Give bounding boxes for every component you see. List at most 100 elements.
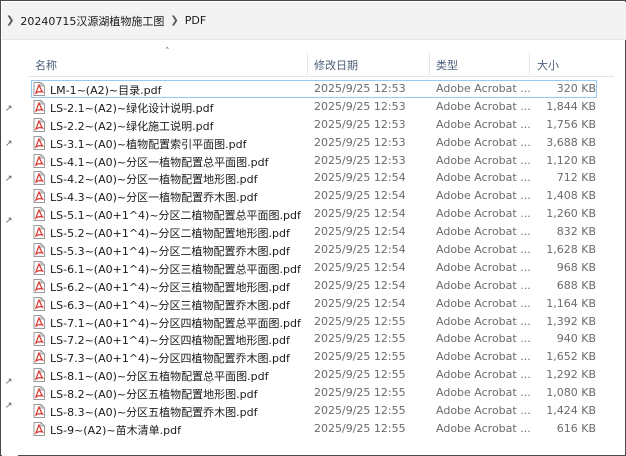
file-type: Adobe Acrobat ... [436,243,531,257]
file-row[interactable]: LS-7.1~(A0+1^4)~分区四植物配置总平面图.pdf 2025/9/25… [29,313,614,331]
pdf-file-icon [33,207,45,222]
file-row[interactable]: LS-8.1~(A0)~分区五植物配置总平面图.pdf 2025/9/25 12:… [29,366,614,384]
file-name: LS-6.2~(A0+1^4)~分区三植物配置地形图.pdf [50,280,290,294]
file-row[interactable]: LS-7.2~(A0+1^4)~分区四植物配置地形图.pdf 2025/9/25 … [29,330,614,348]
file-row[interactable]: LS-3.1~(A0)~植物配置索引平面图.pdf 2025/9/25 12:53… [29,134,614,152]
file-date: 2025/9/25 12:54 [314,260,406,274]
navigation-pane-edge: ↗ ↗ ↗ ↗ ↗ ↗ [2,40,18,456]
pin-icon[interactable]: ↗ [5,216,15,226]
file-row[interactable]: LM-1~(A2)~目录.pdf 2025/9/25 12:53 Adobe Acr… [29,80,614,98]
file-type: Adobe Acrobat ... [436,350,531,364]
breadcrumb-folder[interactable]: 20240715汉源湖植物施工图 [20,13,164,29]
file-date: 2025/9/25 12:54 [314,189,406,203]
file-row[interactable]: LS-9~(A2)~苗木清单.pdf 2025/9/25 12:55 Adobe A… [29,420,614,438]
file-date: 2025/9/25 12:54 [314,278,406,292]
file-name: LM-1~(A2)~目录.pdf [50,84,162,97]
pdf-file-icon [33,225,45,240]
file-row[interactable]: LS-6.1~(A0+1^4)~分区三植物配置总平面图.pdf 2025/9/25… [29,259,614,277]
chevron-right-icon[interactable]: ❯ [6,15,14,26]
file-size: 712 KB [556,171,596,185]
column-divider[interactable] [307,53,308,75]
file-row[interactable]: LS-8.3~(A0)~分区五植物配置乔木图.pdf 2025/9/25 12:5… [29,402,614,420]
file-date: 2025/9/25 12:54 [314,243,406,257]
pin-icon[interactable]: ↗ [5,377,15,387]
pdf-file-icon [33,386,45,401]
column-header-name[interactable]: 名称 [35,57,57,73]
pdf-file-icon [33,171,45,186]
file-size: 1,756 KB [546,117,596,131]
file-type: Adobe Acrobat ... [436,207,531,221]
file-size: 1,628 KB [546,243,596,257]
file-date: 2025/9/25 12:55 [314,332,406,346]
file-type: Adobe Acrobat ... [436,260,531,274]
file-date: 2025/9/25 12:55 [314,404,406,418]
column-header-size[interactable]: 大小 [537,57,559,73]
file-row[interactable]: LS-8.2~(A0)~分区五植物配置地形图.pdf 2025/9/25 12:5… [29,384,614,402]
pdf-file-icon [33,189,45,204]
file-type: Adobe Acrobat ... [436,135,531,149]
file-row[interactable]: LS-2.1~(A2)~绿化设计说明.pdf 2025/9/25 12:53 Ado… [29,98,614,116]
file-type: Adobe Acrobat ... [436,314,531,328]
pdf-file-icon [33,404,45,419]
column-header-type[interactable]: 类型 [436,57,458,73]
file-rows: LM-1~(A2)~目录.pdf 2025/9/25 12:53 Adobe Acr… [29,80,614,438]
file-type: Adobe Acrobat ... [436,189,531,203]
file-name: LS-4.1~(A0)~分区一植物配置总平面图.pdf [50,155,269,169]
pdf-file-icon [33,260,45,275]
chevron-right-icon[interactable]: ❯ [170,15,178,26]
pdf-file-icon [33,243,45,258]
file-date: 2025/9/25 12:53 [314,117,406,131]
pdf-file-icon [33,82,45,96]
column-divider[interactable] [529,53,530,75]
file-name: LS-5.3~(A0+1^4)~分区二植物配置乔木图.pdf [50,245,290,259]
file-type: Adobe Acrobat ... [436,117,531,131]
file-size: 1,844 KB [546,99,596,113]
file-date: 2025/9/25 12:53 [314,153,406,167]
explorer-window: ❯ 20240715汉源湖植物施工图 ❯ PDF ↗ ↗ ↗ ↗ ↗ ↗ ˄ 名… [0,0,626,456]
file-row[interactable]: LS-4.2~(A0)~分区一植物配置地形图.pdf 2025/9/25 12:5… [29,169,614,187]
file-row[interactable]: LS-2.2~(A2)~绿化施工说明.pdf 2025/9/25 12:53 Ado… [29,116,614,134]
pin-icon[interactable]: ↗ [5,104,15,114]
file-row[interactable]: LS-6.2~(A0+1^4)~分区三植物配置地形图.pdf 2025/9/25 … [29,277,614,295]
file-size: 968 KB [556,260,596,274]
file-date: 2025/9/25 12:55 [314,386,406,400]
file-row[interactable]: LS-6.3~(A0+1^4)~分区三植物配置乔木图.pdf 2025/9/25 … [29,295,614,313]
file-name: LS-4.2~(A0)~分区一植物配置地形图.pdf [50,173,258,187]
breadcrumb-current[interactable]: PDF [185,14,206,27]
file-date: 2025/9/25 12:55 [314,314,406,328]
file-type: Adobe Acrobat ... [436,421,531,435]
file-name: LS-5.2~(A0+1^4)~分区二植物配置地形图.pdf [50,227,290,241]
column-divider[interactable] [429,53,430,75]
file-type: Adobe Acrobat ... [436,404,531,418]
file-size: 1,408 KB [546,189,596,203]
pdf-file-icon [33,421,45,436]
file-name: LS-7.1~(A0+1^4)~分区四植物配置总平面图.pdf [50,316,301,330]
file-row[interactable]: LS-7.3~(A0+1^4)~分区四植物配置乔木图.pdf 2025/9/25 … [29,348,614,366]
pin-icon[interactable]: ↗ [5,174,15,184]
file-row[interactable]: LS-4.1~(A0)~分区一植物配置总平面图.pdf 2025/9/25 12:… [29,152,614,170]
file-name: LS-9~(A2)~苗木清单.pdf [50,423,181,437]
address-bar[interactable]: ❯ 20240715汉源湖植物施工图 ❯ PDF [2,2,626,40]
file-type: Adobe Acrobat ... [436,82,531,95]
file-type: Adobe Acrobat ... [436,332,531,346]
file-row[interactable]: LS-5.3~(A0+1^4)~分区二植物配置乔木图.pdf 2025/9/25 … [29,241,614,259]
file-name: LS-2.1~(A2)~绿化设计说明.pdf [50,101,214,115]
pdf-file-icon [33,99,45,114]
pin-icon[interactable]: ↗ [5,401,15,411]
pin-icon[interactable]: ↗ [5,139,15,149]
file-name: LS-7.2~(A0+1^4)~分区四植物配置地形图.pdf [50,334,290,348]
pdf-file-icon [33,135,45,150]
file-row[interactable]: LS-5.1~(A0+1^4)~分区二植物配置总平面图.pdf 2025/9/25… [29,205,614,223]
file-type: Adobe Acrobat ... [436,386,531,400]
column-header-date[interactable]: 修改日期 [314,57,358,73]
file-type: Adobe Acrobat ... [436,278,531,292]
file-name: LS-8.1~(A0)~分区五植物配置总平面图.pdf [50,370,269,384]
file-row[interactable]: LS-5.2~(A0+1^4)~分区二植物配置地形图.pdf 2025/9/25 … [29,223,614,241]
file-size: 320 KB [556,82,596,95]
pdf-file-icon [33,350,45,365]
file-type: Adobe Acrobat ... [436,296,531,310]
file-date: 2025/9/25 12:53 [314,135,406,149]
file-row[interactable]: LS-4.3~(A0)~分区一植物配置乔木图.pdf 2025/9/25 12:5… [29,187,614,205]
file-type: Adobe Acrobat ... [436,225,531,239]
column-header-row: ˄ 名称 修改日期 类型 大小 [29,47,614,77]
